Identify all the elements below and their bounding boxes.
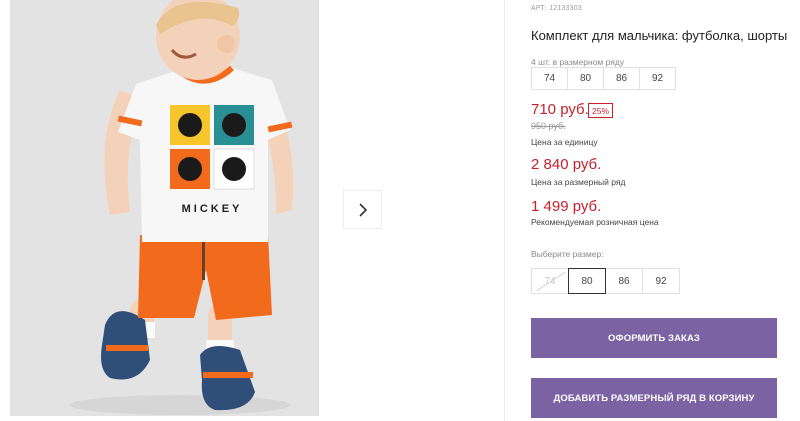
product-gallery: MICKEY [0,0,505,421]
product-photo[interactable]: MICKEY [10,0,319,416]
recommended-price: 1 499 руб. [531,198,602,215]
size-option-74: 74 [531,268,569,294]
next-image-button[interactable] [343,190,382,229]
unit-price-label: Цена за единицу [531,137,598,147]
choose-size-label: Выберите размер: [531,249,604,259]
recommended-price-label: Рекомендуемая розничная цена [531,217,659,227]
product-page: MICKEY АРТ: 12133303 Комплект для мальчи… [0,0,800,421]
product-photo-illustration: MICKEY [10,0,319,416]
article-number: АРТ: 12133303 [531,5,582,12]
size-option-86[interactable]: 86 [605,268,643,294]
set-price-label: Цена за размерный ряд [531,177,626,187]
discount-badge: 25% [588,103,613,118]
add-size-set-to-cart-button[interactable]: ДОБАВИТЬ РАЗМЕРНЫЙ РЯД В КОРЗИНУ [531,378,777,418]
tshirt-print-text: MICKEY [182,203,243,215]
chevron-right-icon [358,202,367,217]
place-order-button[interactable]: ОФОРМИТЬ ЗАКАЗ [531,318,777,358]
pack-size-cell: 80 [567,67,604,90]
size-option-92[interactable]: 92 [642,268,680,294]
product-title: Комплект для мальчика: футболка, шорты [531,28,788,43]
old-price: 950 руб. [531,121,566,131]
unit-price: 710 руб. [531,101,589,118]
pack-size-cell: 92 [639,67,676,90]
pack-size-cell: 74 [531,67,568,90]
size-picker: 74 80 86 92 [531,268,680,294]
set-price: 2 840 руб. [531,156,602,173]
pack-size-label: 4 шт. в размерном ряду [531,57,625,67]
pack-sizes-row: 74 80 86 92 [531,67,676,90]
size-option-80[interactable]: 80 [568,268,606,294]
pack-size-cell: 86 [603,67,640,90]
